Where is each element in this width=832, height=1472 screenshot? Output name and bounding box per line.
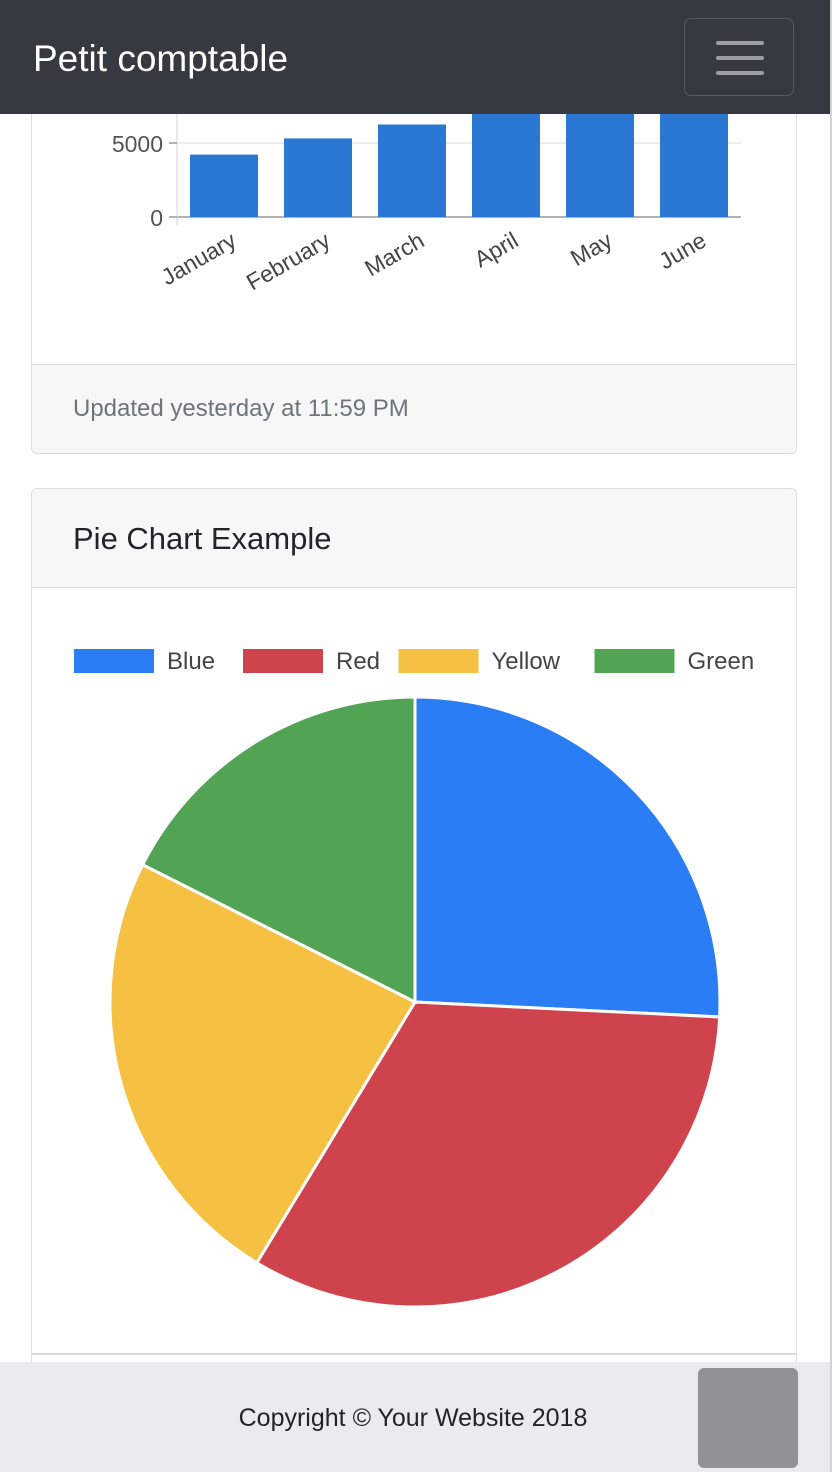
y-tick-label: 5000	[112, 131, 163, 157]
pie-slice-blue	[413, 695, 722, 1019]
x-tick-label: March	[360, 227, 428, 281]
pie-chart: Blue Red Yellow Green	[74, 648, 755, 1309]
navbar-toggle-button[interactable]	[684, 18, 794, 96]
bar-march	[378, 124, 446, 217]
pie-chart-card: Pie Chart Example Blue Red Yellow Green	[31, 488, 797, 1388]
bar-april	[472, 100, 540, 217]
hamburger-icon-line	[716, 56, 764, 60]
bar-card-footer: Updated yesterday at 11:59 PM	[32, 364, 796, 453]
x-tick-label: May	[566, 227, 617, 271]
x-tick-label: April	[470, 227, 523, 273]
y-tick-label: 0	[150, 205, 163, 231]
hamburger-icon	[716, 41, 764, 45]
legend-label-green: Green	[688, 648, 755, 675]
bar-january	[190, 154, 258, 217]
x-tick-label: June	[654, 227, 710, 274]
x-tick-label: February	[242, 227, 335, 296]
legend-label-yellow: Yellow	[492, 648, 561, 675]
scroll-to-top-button[interactable]	[698, 1368, 798, 1468]
site-footer: Copyright © Your Website 2018	[0, 1362, 832, 1472]
legend-label-red: Red	[336, 648, 380, 675]
card-divider	[32, 1353, 796, 1355]
x-tick-label: January	[157, 227, 241, 291]
legend-label-blue: Blue	[167, 648, 215, 675]
legend-swatch-red	[243, 649, 323, 673]
legend-swatch-blue	[74, 649, 154, 673]
legend-swatch-green	[594, 649, 675, 673]
bar-february	[284, 138, 352, 217]
hamburger-icon-line	[716, 71, 764, 75]
updated-text: Updated yesterday at 11:59 PM	[73, 395, 409, 422]
legend-swatch-yellow	[398, 649, 479, 673]
navbar-brand[interactable]: Petit comptable	[33, 36, 288, 82]
top-navbar: Petit comptable	[0, 0, 832, 114]
